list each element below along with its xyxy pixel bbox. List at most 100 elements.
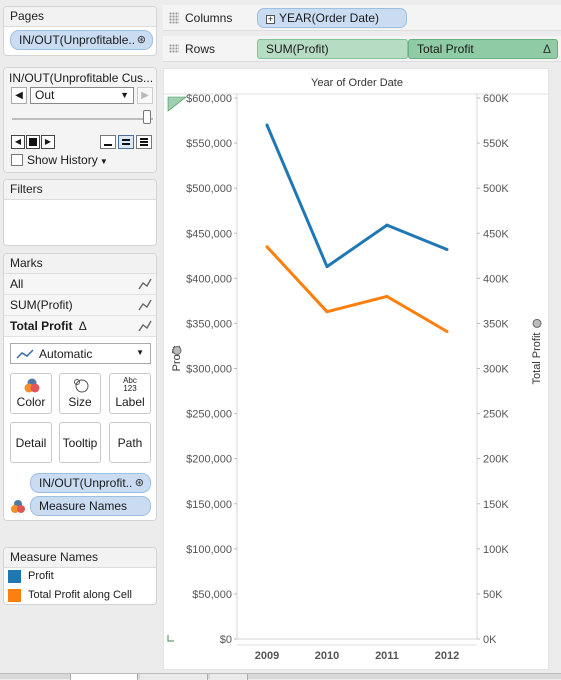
columns-pill-year[interactable]: + YEAR(Order Date) xyxy=(257,8,407,28)
legend-label-total-profit: Total Profit along Cell xyxy=(28,589,132,601)
data-point xyxy=(445,330,449,334)
columns-grip-icon xyxy=(169,12,179,24)
stop-icon xyxy=(29,138,37,146)
speed-slow-button[interactable] xyxy=(100,135,116,149)
speed-fast-button[interactable] xyxy=(136,135,152,149)
sheet-tab[interactable] xyxy=(140,674,208,680)
prev-page-button[interactable]: ◀ xyxy=(11,87,27,104)
legend-card: Measure Names Profit Total Profit along … xyxy=(3,547,157,605)
color-button[interactable]: Color xyxy=(10,373,52,414)
stop-button[interactable] xyxy=(26,135,40,149)
next-page-button[interactable]: ▶ xyxy=(137,87,153,104)
color-circles-icon xyxy=(11,500,25,513)
medium-icon xyxy=(122,139,130,141)
show-history-text: Show History xyxy=(27,153,98,167)
color-circles-icon xyxy=(24,378,40,393)
axis-pin-icon xyxy=(532,318,542,328)
data-point xyxy=(325,265,329,269)
left-tick-label: $500,000 xyxy=(186,183,232,195)
corner-bracket-icon xyxy=(167,635,174,642)
page-control-card: IN/OUT(Unprofitable Cus... ◀ Out ▼ ▶ ◀ ▶… xyxy=(3,67,157,173)
page-slider[interactable] xyxy=(12,118,153,120)
right-tick-label: 500K xyxy=(483,183,509,195)
automatic-line-icon xyxy=(16,349,34,359)
marks-pill-measure-names[interactable]: Measure Names xyxy=(30,496,151,516)
right-tick-label: 300K xyxy=(483,364,509,376)
right-tick-label: 600K xyxy=(483,93,509,105)
marks-row-total-profit[interactable]: Total Profit Δ xyxy=(4,316,156,337)
page-select[interactable]: Out ▼ xyxy=(30,87,134,104)
right-axis-title: Total Profit xyxy=(531,333,543,385)
x-tick-label: 2011 xyxy=(375,650,399,662)
page-slider-thumb[interactable] xyxy=(143,110,151,124)
line-mark-icon xyxy=(138,299,152,311)
sheet-tab-strip xyxy=(0,673,561,680)
chevron-down-icon: ▼ xyxy=(120,90,129,100)
rows-pill-total-profit[interactable]: Total Profit Δ xyxy=(408,39,558,59)
data-point xyxy=(385,294,389,298)
rows-pill-sum-profit[interactable]: SUM(Profit) xyxy=(257,39,408,59)
detail-button[interactable]: Detail xyxy=(10,422,52,463)
filters-header: Filters xyxy=(4,180,156,200)
rows-grip-icon xyxy=(169,44,179,53)
data-point xyxy=(265,245,269,249)
link-icon: ⊛ xyxy=(134,477,144,489)
legend-item-total-profit[interactable]: Total Profit along Cell xyxy=(8,589,154,603)
size-button-label: Size xyxy=(68,395,92,409)
pages-header: Pages xyxy=(4,7,156,27)
show-history-label[interactable]: Show History ▼ xyxy=(27,153,108,167)
marks-row-all-label: All xyxy=(10,277,24,291)
size-button[interactable]: Size xyxy=(59,373,101,414)
right-tick-label: 550K xyxy=(483,138,509,150)
show-history-checkbox[interactable] xyxy=(11,154,23,166)
pages-pill-label: IN/OUT(Unprofitable.. xyxy=(19,33,136,47)
left-tick-label: $150,000 xyxy=(186,499,232,511)
left-tick-label: $200,000 xyxy=(186,454,232,466)
right-tick-label: 0K xyxy=(483,634,497,646)
page-control-title: IN/OUT(Unprofitable Cus... xyxy=(9,71,154,85)
marks-row-all[interactable]: All xyxy=(4,274,156,295)
left-tick-label: $250,000 xyxy=(186,409,232,421)
pages-pill[interactable]: IN/OUT(Unprofitable.. ⊛ xyxy=(10,30,153,50)
marks-card: Marks All SUM(Profit) Total Profit Δ Aut… xyxy=(3,253,157,521)
legend-item-profit[interactable]: Profit xyxy=(8,570,154,584)
line-chart: Year of Order Date $0 $50,000 $100,000 $150,… xyxy=(164,77,550,662)
path-button[interactable]: Path xyxy=(109,422,151,463)
line-mark-icon xyxy=(138,278,152,290)
caret-down-icon: ▼ xyxy=(97,157,108,166)
delta-icon: Δ xyxy=(542,42,551,56)
columns-shelf: Columns + YEAR(Order Date) xyxy=(163,5,561,31)
right-tick-label: 150K xyxy=(483,499,509,511)
marks-pill-measure-names-label: Measure Names xyxy=(39,499,128,513)
left-tick-label: $600,000 xyxy=(186,93,232,105)
page-select-value: Out xyxy=(35,88,55,102)
data-point xyxy=(445,247,449,251)
data-point xyxy=(325,310,329,314)
x-tick-label: 2012 xyxy=(435,650,459,662)
tooltip-button[interactable]: Tooltip xyxy=(59,422,101,463)
sheet-tab[interactable] xyxy=(210,674,248,680)
marks-row-sum-profit[interactable]: SUM(Profit) xyxy=(4,295,156,316)
left-tick-label: $100,000 xyxy=(186,544,232,556)
legend-header: Measure Names xyxy=(4,548,156,568)
data-point xyxy=(385,223,389,227)
step-back-button[interactable]: ◀ xyxy=(11,135,25,149)
play-button[interactable]: ▶ xyxy=(41,135,55,149)
data-point xyxy=(265,123,269,127)
legend-label-profit: Profit xyxy=(28,570,54,582)
color-button-label: Color xyxy=(16,395,46,409)
marks-row-sum-profit-label: SUM(Profit) xyxy=(10,298,73,312)
left-tick-label: $450,000 xyxy=(186,228,232,240)
columns-pill-label: YEAR(Order Date) xyxy=(279,11,380,25)
marks-pill-inout[interactable]: IN/OUT(Unprofit.. ⊛ xyxy=(30,473,151,493)
speed-medium-button[interactable] xyxy=(118,135,134,149)
sheet-tab[interactable] xyxy=(70,674,138,680)
label-button[interactable]: Abc 123 Label xyxy=(109,373,151,414)
mark-type-select[interactable]: Automatic ▼ xyxy=(10,343,151,364)
size-circles-icon xyxy=(74,379,89,393)
label-abc-icon: Abc 123 xyxy=(123,376,137,393)
rows-label: Rows xyxy=(185,42,216,56)
legend-swatch-profit xyxy=(8,570,21,583)
delta-icon: Δ xyxy=(78,319,87,333)
slow-icon xyxy=(104,144,112,146)
